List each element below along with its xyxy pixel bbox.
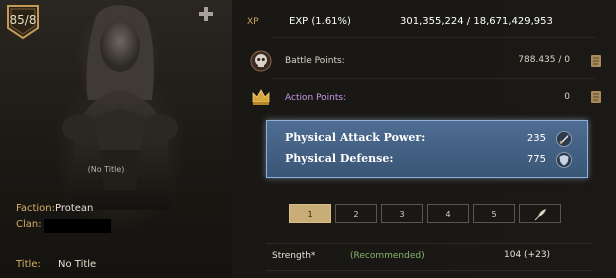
page-tab-2[interactable]: 2 bbox=[335, 204, 377, 223]
divider bbox=[270, 78, 596, 79]
strength-recommended: (Recommended) bbox=[350, 251, 425, 261]
page-tab-5[interactable]: 5 bbox=[473, 204, 515, 223]
character-title-display: (No Title) bbox=[87, 165, 125, 174]
battle-points-value: 788.435 / 0 bbox=[518, 55, 570, 65]
faction-row: Faction:Protean bbox=[16, 203, 93, 214]
title-label: Title: bbox=[16, 259, 41, 270]
feather-pen-icon bbox=[534, 209, 546, 221]
action-points-value: 0 bbox=[564, 92, 570, 102]
character-portrait bbox=[62, 5, 178, 210]
stat-page-tabs: 1 2 3 4 5 bbox=[289, 204, 569, 224]
xp-percent: EXP (1.61%) bbox=[289, 16, 351, 27]
faction-value: Protean bbox=[54, 203, 94, 214]
faction-label: Faction: bbox=[16, 203, 55, 214]
strength-value: 104 (+23) bbox=[504, 250, 551, 260]
title-value: No Title bbox=[58, 259, 97, 270]
scroll-icon[interactable] bbox=[590, 90, 602, 104]
physical-attack-value: 235 bbox=[526, 133, 546, 144]
physical-defense-label: Physical Defense: bbox=[285, 152, 394, 165]
physical-stats-highlight bbox=[266, 120, 588, 178]
page-tab-4[interactable]: 4 bbox=[427, 204, 469, 223]
page-tab-1[interactable]: 1 bbox=[289, 204, 331, 223]
page-tab-3[interactable]: 3 bbox=[381, 204, 423, 223]
physical-defense-value: 775 bbox=[526, 154, 546, 165]
clan-row: Clan: bbox=[16, 219, 42, 230]
xp-value: 301,355,224 / 18,671,429,953 bbox=[400, 16, 553, 27]
skull-icon bbox=[250, 50, 272, 72]
character-stats-window: 85/8 (No Title) Faction:Protean Clan: Ti… bbox=[0, 0, 616, 278]
xp-label: XP bbox=[247, 17, 259, 27]
character-portrait-panel: 85/8 (No Title) Faction:Protean Clan: Ti… bbox=[0, 0, 232, 278]
page-tab-edit[interactable] bbox=[519, 204, 561, 223]
crown-icon bbox=[252, 89, 270, 105]
sword-icon bbox=[556, 131, 572, 147]
battle-points-label: Battle Points: bbox=[285, 56, 345, 66]
physical-attack-label: Physical Attack Power: bbox=[285, 131, 426, 144]
divider bbox=[270, 37, 596, 38]
character-level: 85/8 bbox=[9, 13, 37, 27]
clan-value-redacted bbox=[44, 219, 111, 233]
cross-icon[interactable] bbox=[198, 6, 214, 22]
scroll-icon[interactable] bbox=[590, 54, 602, 68]
shield-icon bbox=[556, 152, 572, 168]
strength-label: Strength* bbox=[272, 251, 316, 261]
title-row: Title: No Title bbox=[16, 259, 96, 270]
action-points-label: Action Points: bbox=[285, 93, 347, 103]
clan-label: Clan: bbox=[16, 219, 42, 230]
